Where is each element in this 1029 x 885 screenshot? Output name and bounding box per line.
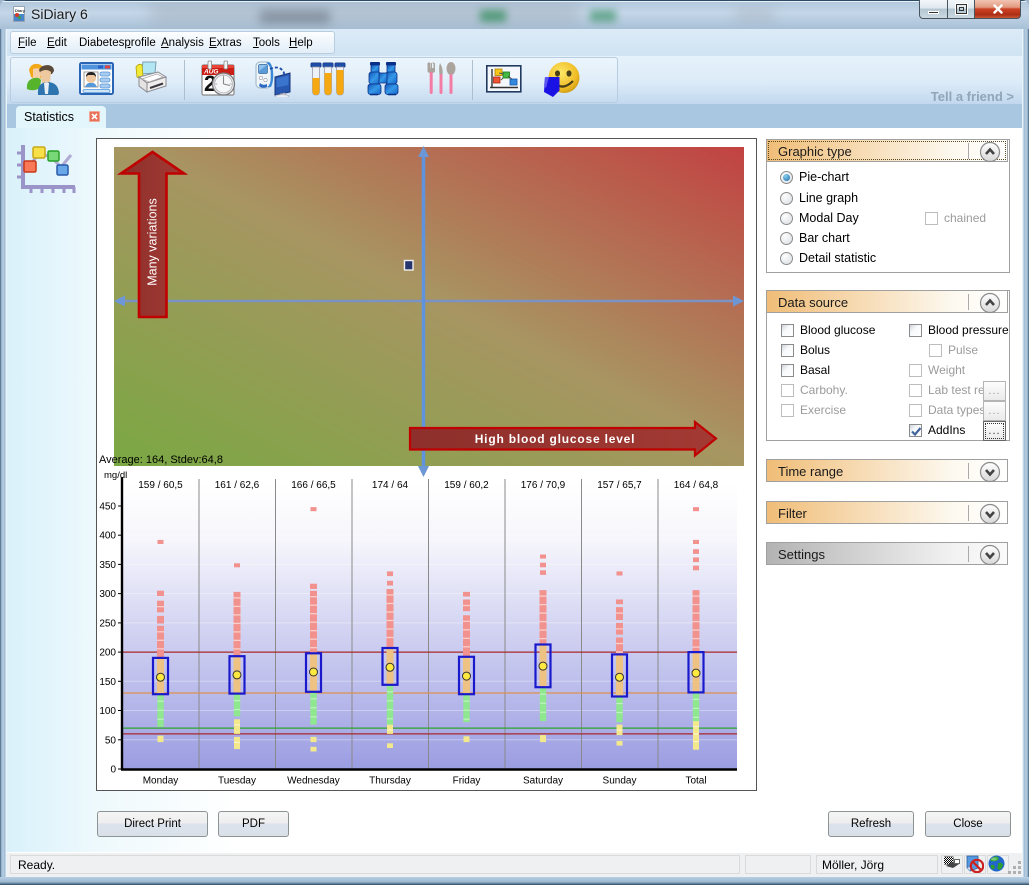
svg-text:100: 100	[99, 706, 116, 717]
svg-text:161 / 62,6: 161 / 62,6	[215, 480, 260, 491]
svg-text:Wednesday: Wednesday	[287, 776, 340, 787]
svg-text:159 / 60,5: 159 / 60,5	[138, 480, 183, 491]
svg-text:Average: 164, Stdev:64,8: Average: 164, Stdev:64,8	[99, 454, 223, 466]
svg-text:Sunday: Sunday	[603, 776, 637, 787]
svg-text:250: 250	[99, 618, 116, 629]
svg-text:157 / 65,7: 157 / 65,7	[597, 480, 642, 491]
svg-text:Total: Total	[685, 776, 706, 787]
svg-text:200: 200	[99, 648, 116, 659]
svg-text:450: 450	[99, 502, 116, 513]
svg-text:Many variations: Many variations	[146, 198, 160, 286]
svg-text:176 / 70,9: 176 / 70,9	[521, 480, 566, 491]
svg-text:Friday: Friday	[453, 776, 481, 787]
svg-text:350: 350	[99, 560, 116, 571]
svg-text:166 / 66,5: 166 / 66,5	[291, 480, 336, 491]
svg-text:0: 0	[110, 765, 116, 776]
svg-text:400: 400	[99, 531, 116, 542]
svg-text:Monday: Monday	[143, 776, 179, 787]
svg-text:159 / 60,2: 159 / 60,2	[444, 480, 489, 491]
svg-text:Tuesday: Tuesday	[218, 776, 256, 787]
svg-text:mg/dl: mg/dl	[104, 470, 127, 481]
svg-text:Saturday: Saturday	[523, 776, 563, 787]
svg-text:300: 300	[99, 589, 116, 600]
svg-text:High blood glucose level: High blood glucose level	[475, 432, 636, 446]
svg-text:Thursday: Thursday	[369, 776, 411, 787]
svg-text:164 / 64,8: 164 / 64,8	[674, 480, 719, 491]
svg-text:50: 50	[105, 735, 117, 746]
svg-text:174 / 64: 174 / 64	[372, 480, 409, 491]
svg-text:150: 150	[99, 677, 116, 688]
